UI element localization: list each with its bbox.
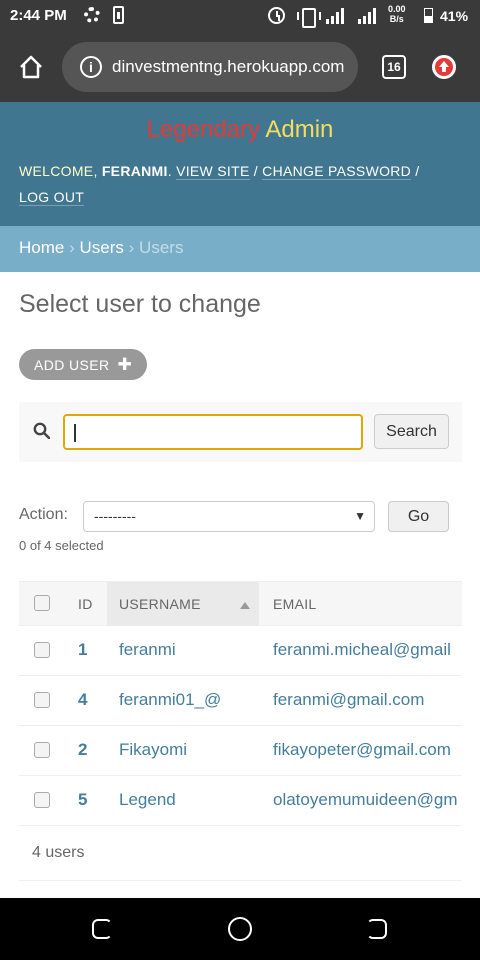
battery-percent: 41% <box>440 8 469 24</box>
user-id-link[interactable]: 1 <box>78 640 87 660</box>
home-icon[interactable] <box>18 54 44 80</box>
row-checkbox[interactable] <box>34 792 50 808</box>
site-branding[interactable]: Legendary Admin <box>0 116 480 144</box>
current-username: FERANMI <box>101 163 168 179</box>
breadcrumb: Home › Users › Users <box>0 226 480 272</box>
plus-icon: ✚ <box>117 355 133 374</box>
row-checkbox[interactable] <box>34 692 50 708</box>
user-id-link[interactable]: 2 <box>78 740 87 760</box>
results-table: ID USERNAME EMAIL 1 feranmi feranmi.mich… <box>19 581 462 881</box>
network-speed: 0.00 B/s <box>388 4 406 24</box>
home-circle-icon[interactable] <box>228 917 252 941</box>
text-cursor <box>74 424 76 442</box>
sort-ascending-icon[interactable] <box>240 602 250 609</box>
username-cell: feranmi <box>119 640 176 659</box>
settings-gear-icon <box>84 7 100 23</box>
breadcrumb-current: Users <box>139 238 184 257</box>
page-title: Select user to change <box>19 290 261 318</box>
change-password-link[interactable]: CHANGE PASSWORD <box>262 163 412 180</box>
table-row: 2 Fikayomi fikayopeter@gmail.com <box>19 726 462 776</box>
result-count: 4 users <box>19 826 462 881</box>
system-nav-bar <box>0 898 480 960</box>
search-toolbar: Search <box>19 402 462 462</box>
search-input[interactable] <box>63 414 363 450</box>
alarm-clock-icon <box>268 7 285 24</box>
tab-switcher-button[interactable]: 16 <box>382 55 406 79</box>
url-field[interactable]: i dinvestmentng.herokuapp.com <box>62 42 358 92</box>
back-icon[interactable] <box>367 919 387 939</box>
go-button[interactable]: Go <box>388 501 449 532</box>
email-cell: olatoyemumuideen@gm <box>273 790 458 809</box>
column-header-id[interactable]: ID <box>78 596 93 612</box>
action-label: Action: <box>19 506 68 523</box>
vibrate-icon <box>297 8 321 28</box>
email-cell: feranmi@gmail.com <box>273 690 425 709</box>
username-cell: Fikayomi <box>119 740 188 759</box>
table-header: ID USERNAME EMAIL <box>19 581 462 626</box>
table-row: 1 feranmi feranmi.micheal@gmail <box>19 626 462 676</box>
column-header-email[interactable]: EMAIL <box>273 596 317 612</box>
username-cell: feranmi01_@ <box>119 690 222 709</box>
email-cell: fikayopeter@gmail.com <box>273 740 451 759</box>
view-site-link[interactable]: VIEW SITE <box>176 163 250 180</box>
table-row: 5 Legend olatoyemumuideen@gm <box>19 776 462 826</box>
user-id-link[interactable]: 4 <box>78 690 87 710</box>
log-out-link[interactable]: LOG OUT <box>19 189 85 206</box>
signal-strength-icon <box>326 8 346 24</box>
row-checkbox[interactable] <box>34 642 50 658</box>
status-time: 2:44 PM <box>10 7 67 24</box>
username-cell: Legend <box>119 790 176 809</box>
signal-strength-icon-2 <box>358 8 378 24</box>
selection-counter: 0 of 4 selected <box>19 538 104 553</box>
dropdown-arrow-icon: ▼ <box>354 509 366 523</box>
add-user-button[interactable]: ADD USER ✚ <box>19 349 148 380</box>
row-checkbox[interactable] <box>34 742 50 758</box>
url-text[interactable]: dinvestmentng.herokuapp.com <box>112 57 344 77</box>
select-all-checkbox[interactable] <box>34 595 50 611</box>
recent-apps-icon[interactable] <box>92 919 112 939</box>
user-id-link[interactable]: 5 <box>78 790 87 810</box>
battery-icon <box>424 8 433 23</box>
breadcrumb-home[interactable]: Home <box>19 238 64 257</box>
admin-header: Legendary Admin WELCOME, FERANMI. VIEW S… <box>0 102 480 226</box>
search-button[interactable]: Search <box>374 414 449 449</box>
breadcrumb-users-app[interactable]: Users <box>80 238 124 257</box>
column-header-username[interactable]: USERNAME <box>119 596 201 612</box>
user-tools: WELCOME, FERANMI. VIEW SITE / CHANGE PAS… <box>19 163 420 206</box>
browser-toolbar: i dinvestmentng.herokuapp.com 16 <box>0 34 480 102</box>
sim-card-icon <box>113 6 124 24</box>
search-icon <box>33 422 50 439</box>
update-icon[interactable] <box>432 55 456 79</box>
status-bar: 2:44 PM 0.00 B/s 41% <box>0 0 480 34</box>
table-row: 4 feranmi01_@ feranmi@gmail.com <box>19 676 462 726</box>
info-icon[interactable]: i <box>80 56 102 78</box>
email-cell: feranmi.micheal@gmail <box>273 640 451 659</box>
action-select[interactable]: --------- ▼ <box>83 501 375 532</box>
